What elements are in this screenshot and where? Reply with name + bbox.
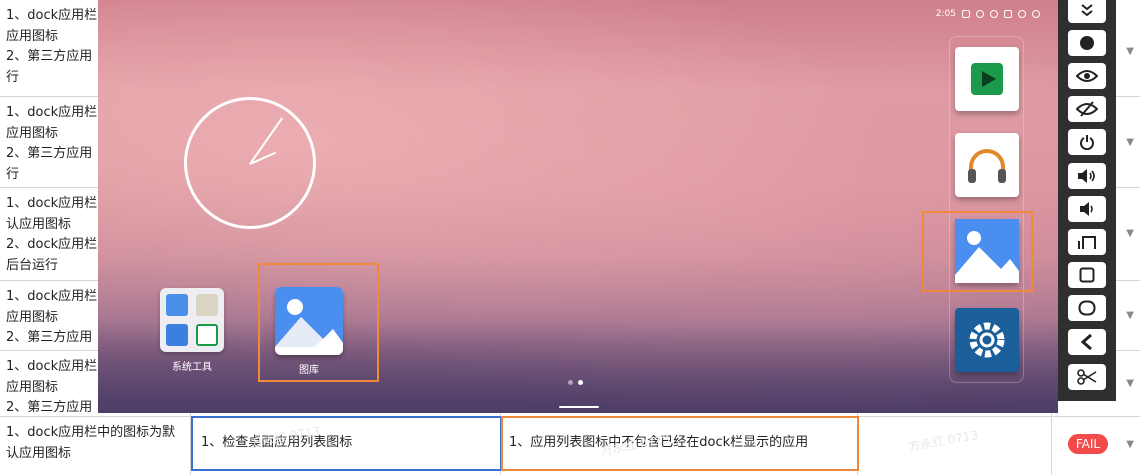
play-store-icon xyxy=(971,63,1003,95)
desktop-app-system-tools[interactable]: 系统工具 xyxy=(160,288,224,373)
collapse-button[interactable] xyxy=(1068,0,1106,23)
dock-app-settings[interactable] xyxy=(955,308,1019,372)
rotate-button[interactable] xyxy=(1068,229,1106,255)
sync-status-icon xyxy=(990,10,998,18)
highlight-box-blue xyxy=(191,416,502,471)
dropdown-arrow-icon[interactable]: ▼ xyxy=(1126,378,1134,389)
record-button[interactable] xyxy=(1068,30,1106,56)
home-button[interactable] xyxy=(1068,262,1106,288)
page-dot-active[interactable] xyxy=(578,380,583,385)
home-square-icon xyxy=(1079,267,1095,283)
android-emulator-screen[interactable]: 2:05 系统工具 图库 xyxy=(98,0,1058,413)
screenshot-button[interactable] xyxy=(1068,364,1106,390)
recent-apps-button[interactable] xyxy=(1068,295,1106,321)
mini-play-icon xyxy=(196,324,218,346)
gesture-home-bar[interactable] xyxy=(559,406,599,408)
volume-down-button[interactable] xyxy=(1068,196,1106,222)
dock-app-music[interactable] xyxy=(955,133,1019,197)
highlight-box-orange xyxy=(501,416,859,471)
back-icon xyxy=(1080,334,1092,350)
volume-up-icon xyxy=(1078,169,1095,183)
record-icon xyxy=(1080,36,1094,50)
volume-down-icon xyxy=(1080,202,1093,216)
bluetooth-icon xyxy=(1018,10,1026,18)
analog-clock-widget[interactable] xyxy=(184,97,316,229)
dropdown-arrow-icon[interactable]: ▼ xyxy=(1126,439,1134,450)
dropdown-arrow-icon[interactable]: ▼ xyxy=(1126,228,1134,239)
dropdown-arrow-icon[interactable]: ▼ xyxy=(1126,310,1134,321)
sim-icon xyxy=(962,10,970,18)
highlight-box-gallery-desktop xyxy=(258,263,379,382)
volume-up-button[interactable] xyxy=(1068,163,1106,189)
folder-icon xyxy=(160,288,224,352)
screenshot-scissors-icon xyxy=(1077,369,1097,385)
dock-app-play-store[interactable] xyxy=(955,47,1019,111)
hide-button[interactable] xyxy=(1068,96,1106,122)
eye-off-icon xyxy=(1076,101,1098,117)
screen-root: 1、dock应用栏 应用图标 2、第三方应用 行 ▼ 1、dock应用栏 应用图… xyxy=(0,0,1140,475)
show-button[interactable] xyxy=(1068,63,1106,89)
status-badge-fail[interactable]: FAIL xyxy=(1068,434,1108,454)
settings-status-icon xyxy=(976,10,984,18)
mini-folder-icon xyxy=(166,324,188,346)
storage-status-icon xyxy=(1004,10,1012,18)
power-icon xyxy=(1080,135,1094,150)
mini-gallery-icon xyxy=(166,294,188,316)
status-time: 2:05 xyxy=(935,9,956,19)
emulator-toolbar xyxy=(1058,0,1116,401)
dropdown-arrow-icon[interactable]: ▼ xyxy=(1126,46,1134,57)
cell-text: 1、dock应用栏中的图标为默 认应用图标 xyxy=(6,425,176,461)
power-button[interactable] xyxy=(1068,129,1106,155)
settings-icon xyxy=(969,322,1005,358)
dropdown-arrow-icon[interactable]: ▼ xyxy=(1126,137,1134,148)
app-label: 系统工具 xyxy=(172,362,212,373)
recent-round-icon xyxy=(1078,300,1096,316)
eye-icon xyxy=(1076,70,1098,82)
highlight-box-gallery-dock xyxy=(922,211,1033,292)
music-icon xyxy=(968,149,1006,183)
back-button[interactable] xyxy=(1068,329,1106,355)
android-status-bar: 2:05 xyxy=(936,7,1040,21)
page-dot[interactable] xyxy=(568,380,573,385)
page-indicator xyxy=(568,380,583,385)
mini-file-icon xyxy=(196,294,218,316)
rotate-icon xyxy=(1078,236,1096,249)
wifi-icon xyxy=(1032,10,1040,18)
table-cell[interactable]: 1、dock应用栏中的图标为默 认应用图标 xyxy=(0,417,191,475)
collapse-icon xyxy=(1081,4,1093,17)
